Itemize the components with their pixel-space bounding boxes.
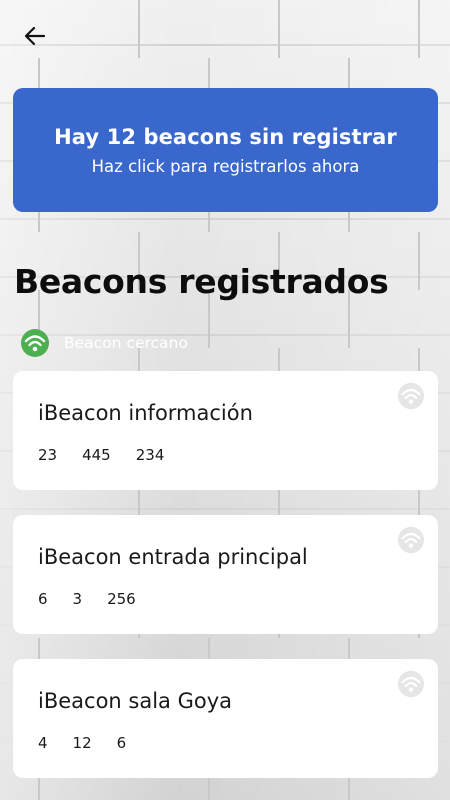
unregistered-beacons-banner[interactable]: Hay 12 beacons sin registrar Haz click p…: [13, 88, 438, 212]
beacon-minor: 6: [116, 734, 127, 752]
legend-label: Beacon cercano: [64, 334, 188, 352]
beacon-ids: 23 445 234: [38, 446, 189, 464]
wifi-signal-icon: [21, 329, 49, 357]
beacon-uuid: 6: [38, 590, 48, 608]
banner-subtitle: Haz click para registrarlos ahora: [91, 156, 360, 176]
beacon-name: iBeacon sala Goya: [38, 689, 233, 713]
wifi-signal-icon: [397, 670, 425, 698]
section-title: Beacons registrados: [14, 262, 389, 301]
beacon-major: 445: [82, 446, 111, 464]
beacon-name: iBeacon entrada principal: [38, 545, 308, 569]
banner-title: Hay 12 beacons sin registrar: [54, 124, 397, 149]
beacon-minor: 234: [135, 446, 165, 464]
wifi-signal-icon: [397, 382, 425, 410]
wifi-signal-icon: [397, 526, 425, 554]
back-button[interactable]: [18, 20, 52, 52]
beacon-name: iBeacon información: [38, 401, 253, 425]
beacon-card[interactable]: iBeacon información 23 445 234: [13, 371, 438, 490]
beacon-ids: 6 3 256: [38, 590, 161, 608]
beacon-card[interactable]: iBeacon sala Goya 4 12 6: [13, 659, 438, 778]
beacon-minor: 256: [107, 590, 136, 608]
arrow-left-icon: [24, 26, 46, 46]
beacon-ids: 4 12 6: [38, 734, 151, 752]
beacon-card[interactable]: iBeacon entrada principal 6 3 256: [13, 515, 438, 634]
nearby-legend: Beacon cercano: [20, 328, 188, 358]
beacon-major: 3: [72, 590, 83, 608]
beacon-uuid: 23: [38, 446, 58, 464]
beacon-major: 12: [72, 734, 92, 752]
beacon-uuid: 4: [38, 734, 48, 752]
